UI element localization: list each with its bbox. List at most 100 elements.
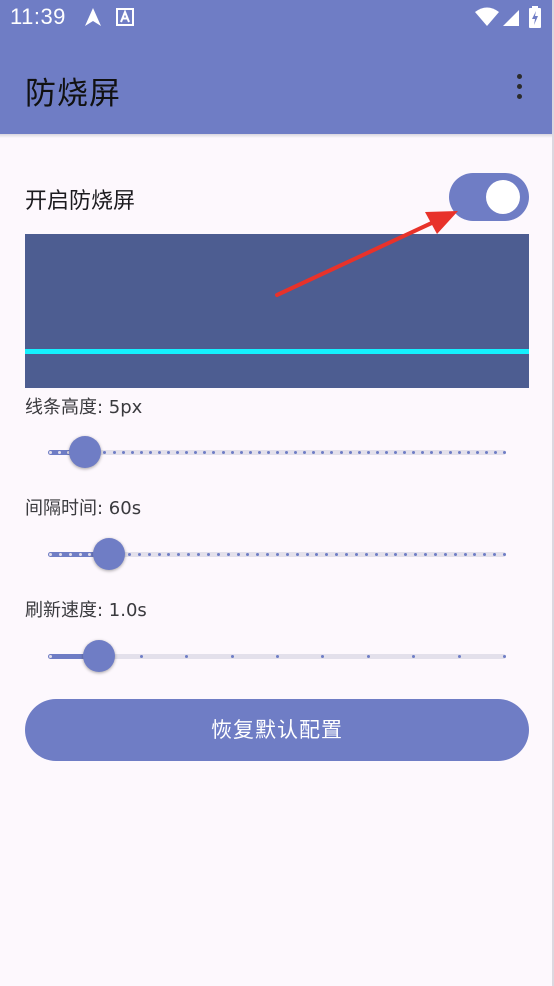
slider-tick	[367, 451, 370, 454]
wifi-icon	[475, 7, 499, 26]
slider-tick	[222, 451, 225, 454]
slider-tick	[58, 451, 61, 454]
slider-tick	[276, 553, 279, 556]
slider-tick	[467, 451, 470, 454]
slider-tick	[176, 451, 179, 454]
slider-tick	[49, 655, 52, 658]
slider-tick	[321, 451, 324, 454]
slider-tick	[430, 451, 433, 454]
slider-tick	[358, 451, 361, 454]
slider-tick	[476, 451, 479, 454]
slider-tick	[131, 451, 134, 454]
slider-tick	[473, 553, 476, 556]
slider-tick	[503, 655, 506, 658]
slider-tick	[394, 451, 397, 454]
app-bar: 11:39 防烧屏	[0, 0, 552, 134]
slider-tick	[113, 451, 116, 454]
slider-tick	[345, 553, 348, 556]
slider-tick	[140, 655, 143, 658]
slider-tick	[158, 553, 161, 556]
slider-tick	[249, 451, 252, 454]
switch-knob	[486, 180, 520, 214]
slider-tick	[424, 553, 427, 556]
reset-defaults-button[interactable]: 恢复默认配置	[25, 699, 529, 761]
slider-tick	[421, 451, 424, 454]
slider-tick	[237, 553, 240, 556]
slider-thumb[interactable]	[69, 436, 101, 468]
slider-tick	[140, 451, 143, 454]
signal-icon	[503, 10, 519, 26]
slider-tick	[485, 451, 488, 454]
more-options-button[interactable]	[504, 68, 536, 108]
slider-tick	[294, 451, 297, 454]
slider-tick	[325, 553, 328, 556]
slider-tick	[69, 553, 72, 556]
slider-tick	[458, 451, 461, 454]
slider-tick	[412, 451, 415, 454]
slider-tick	[266, 553, 269, 556]
slider-tick	[194, 451, 197, 454]
slider-tick	[303, 451, 306, 454]
slider-tick	[385, 553, 388, 556]
slider-tick	[376, 451, 379, 454]
slider-tick	[321, 655, 324, 658]
slider-tick	[138, 553, 141, 556]
slider-tick	[185, 451, 188, 454]
slider-tick	[217, 553, 220, 556]
toggle-label: 开启防烧屏	[25, 189, 136, 214]
slider-tick	[340, 451, 343, 454]
slider-tick	[454, 553, 457, 556]
slider-tick	[367, 655, 370, 658]
slider-tick	[197, 553, 200, 556]
slider-tick	[276, 655, 279, 658]
slider-tick	[403, 451, 406, 454]
slider-tick	[148, 553, 151, 556]
slider-tick	[103, 451, 106, 454]
slider-tick	[503, 553, 506, 556]
preview-line	[25, 349, 529, 354]
slider-tick	[312, 451, 315, 454]
slider-tick	[149, 451, 152, 454]
line-height-slider[interactable]	[48, 436, 506, 468]
slider-tick	[375, 553, 378, 556]
slider-thumb[interactable]	[83, 640, 115, 672]
slider-tick	[128, 553, 131, 556]
enable-burn-protection-switch[interactable]	[449, 173, 529, 221]
slider-tick	[365, 553, 368, 556]
slider-tick	[394, 553, 397, 556]
interval-time-slider[interactable]	[48, 538, 506, 570]
slider-tick	[187, 553, 190, 556]
slider-tick	[404, 553, 407, 556]
slider-tick	[231, 451, 234, 454]
slider-tick	[434, 553, 437, 556]
slider-tick	[49, 451, 52, 454]
slider-tick	[494, 451, 497, 454]
slider-tick	[258, 451, 261, 454]
slider-tick	[231, 655, 234, 658]
slider-tick	[449, 451, 452, 454]
battery-charging-icon	[529, 6, 541, 28]
refresh-speed-slider[interactable]	[48, 640, 506, 672]
slider-tick	[483, 553, 486, 556]
slider-tick	[412, 655, 415, 658]
slider-tick	[385, 451, 388, 454]
navigation-arrow-icon	[85, 8, 101, 26]
slider-tick	[355, 553, 358, 556]
slider-thumb[interactable]	[93, 538, 125, 570]
slider-tick	[240, 451, 243, 454]
line-height-label: 线条高度: 5px	[25, 397, 143, 418]
annotation-arrow	[275, 211, 458, 297]
line-preview-panel	[25, 234, 529, 388]
slider-tick	[158, 451, 161, 454]
slider-tick	[296, 553, 299, 556]
slider-tick	[285, 451, 288, 454]
slider-tick	[335, 553, 338, 556]
slider-tick	[49, 553, 52, 556]
slider-tick	[59, 553, 62, 556]
slider-tick	[167, 553, 170, 556]
slider-tick	[349, 451, 352, 454]
slider-tick	[493, 553, 496, 556]
slider-tick	[246, 553, 249, 556]
slider-tick	[464, 553, 467, 556]
font-a-icon	[116, 8, 134, 26]
